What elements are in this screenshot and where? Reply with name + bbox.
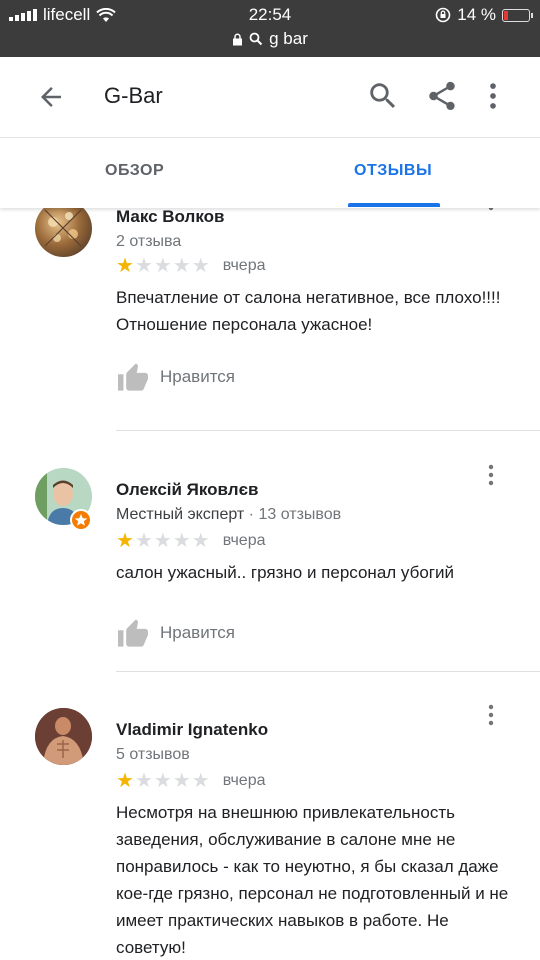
lock-icon [233,33,243,45]
tab-reviews[interactable]: ОТЗЫВЫ [354,162,432,180]
like-label: Нравится [160,367,236,386]
rating-row: ★ ★ ★ ★ ★ вчера [116,256,266,276]
like-label: Нравится [160,623,236,642]
more-options-icon[interactable] [476,79,510,113]
status-right: 14 % [435,5,533,25]
review-date: вчера [222,772,266,789]
star-empty-icon: ★ [134,530,153,552]
app-bar: G-Bar [0,57,540,138]
review-text: салон ужасный.. грязно и персонал убогий [116,563,454,582]
back-arrow-icon[interactable] [36,82,66,112]
battery-icon [502,8,533,22]
star-filled-icon: ★ [116,770,134,792]
reviewer-name[interactable]: Олексій Яковлєв [116,480,258,500]
star-empty-icon: ★ [172,530,191,552]
review-count: · 13 отзывов [244,506,342,523]
divider [116,430,540,431]
review-menu-icon[interactable] [484,704,498,726]
star-filled-icon: ★ [116,530,134,552]
active-tab-indicator [348,203,440,207]
reviews-list[interactable]: Макс Волков 2 отзыва ★ ★ ★ ★ ★ вчера Впе… [0,208,540,960]
reviewer-meta: 2 отзыва [116,233,182,250]
review-menu-icon[interactable] [484,208,498,222]
star-empty-icon: ★ [191,530,210,552]
avatar[interactable] [35,708,92,765]
review-text: Несмотря на внешнюю привлекательность за… [116,803,509,957]
search-small-icon [249,32,263,46]
thumbs-up-icon [118,363,148,391]
rating-row: ★ ★ ★ ★ ★ вчера [116,531,266,551]
share-icon[interactable] [425,79,459,113]
reviewer-name[interactable]: Макс Волков [116,208,224,227]
tab-bar: ОБЗОР ОТЗЫВЫ [0,138,540,208]
reviewer-meta: 5 отзывов [116,746,190,763]
star-empty-icon: ★ [153,530,172,552]
url-text: g bar [269,29,308,48]
like-button[interactable]: Нравится [116,618,235,648]
rotation-lock-icon [435,7,451,23]
rating-row: ★ ★ ★ ★ ★ вчера [116,771,266,791]
star-empty-icon: ★ [134,770,153,792]
search-icon[interactable] [366,79,400,113]
thumbs-up-icon [118,619,148,647]
star-empty-icon: ★ [191,255,210,277]
status-bar: lifecell 22:54 14 % g bar [0,0,540,57]
star-empty-icon: ★ [172,770,191,792]
star-empty-icon: ★ [191,770,210,792]
review-date: вчера [222,532,266,549]
local-guide-label: Местный эксперт [116,506,245,523]
url-bar[interactable]: g bar [0,29,540,49]
like-button[interactable]: Нравится [116,362,235,392]
star-filled-icon: ★ [116,255,134,277]
reviewer-name[interactable]: Vladimir Ignatenko [116,720,268,740]
page-title: G-Bar [104,83,163,108]
tab-overview[interactable]: ОБЗОР [105,162,164,180]
reviewer-meta: Местный эксперт · 13 отзывов [116,506,341,524]
star-empty-icon: ★ [134,255,153,277]
avatar[interactable] [35,208,92,257]
local-guide-badge-icon [70,509,92,531]
star-empty-icon: ★ [153,770,172,792]
battery-label: 14 % [457,5,496,24]
divider [116,671,540,672]
review-text: Впечатление от салона негативное, все пл… [116,288,501,334]
star-empty-icon: ★ [172,255,191,277]
review-date: вчера [222,257,266,274]
review-menu-icon[interactable] [484,464,498,486]
star-empty-icon: ★ [153,255,172,277]
